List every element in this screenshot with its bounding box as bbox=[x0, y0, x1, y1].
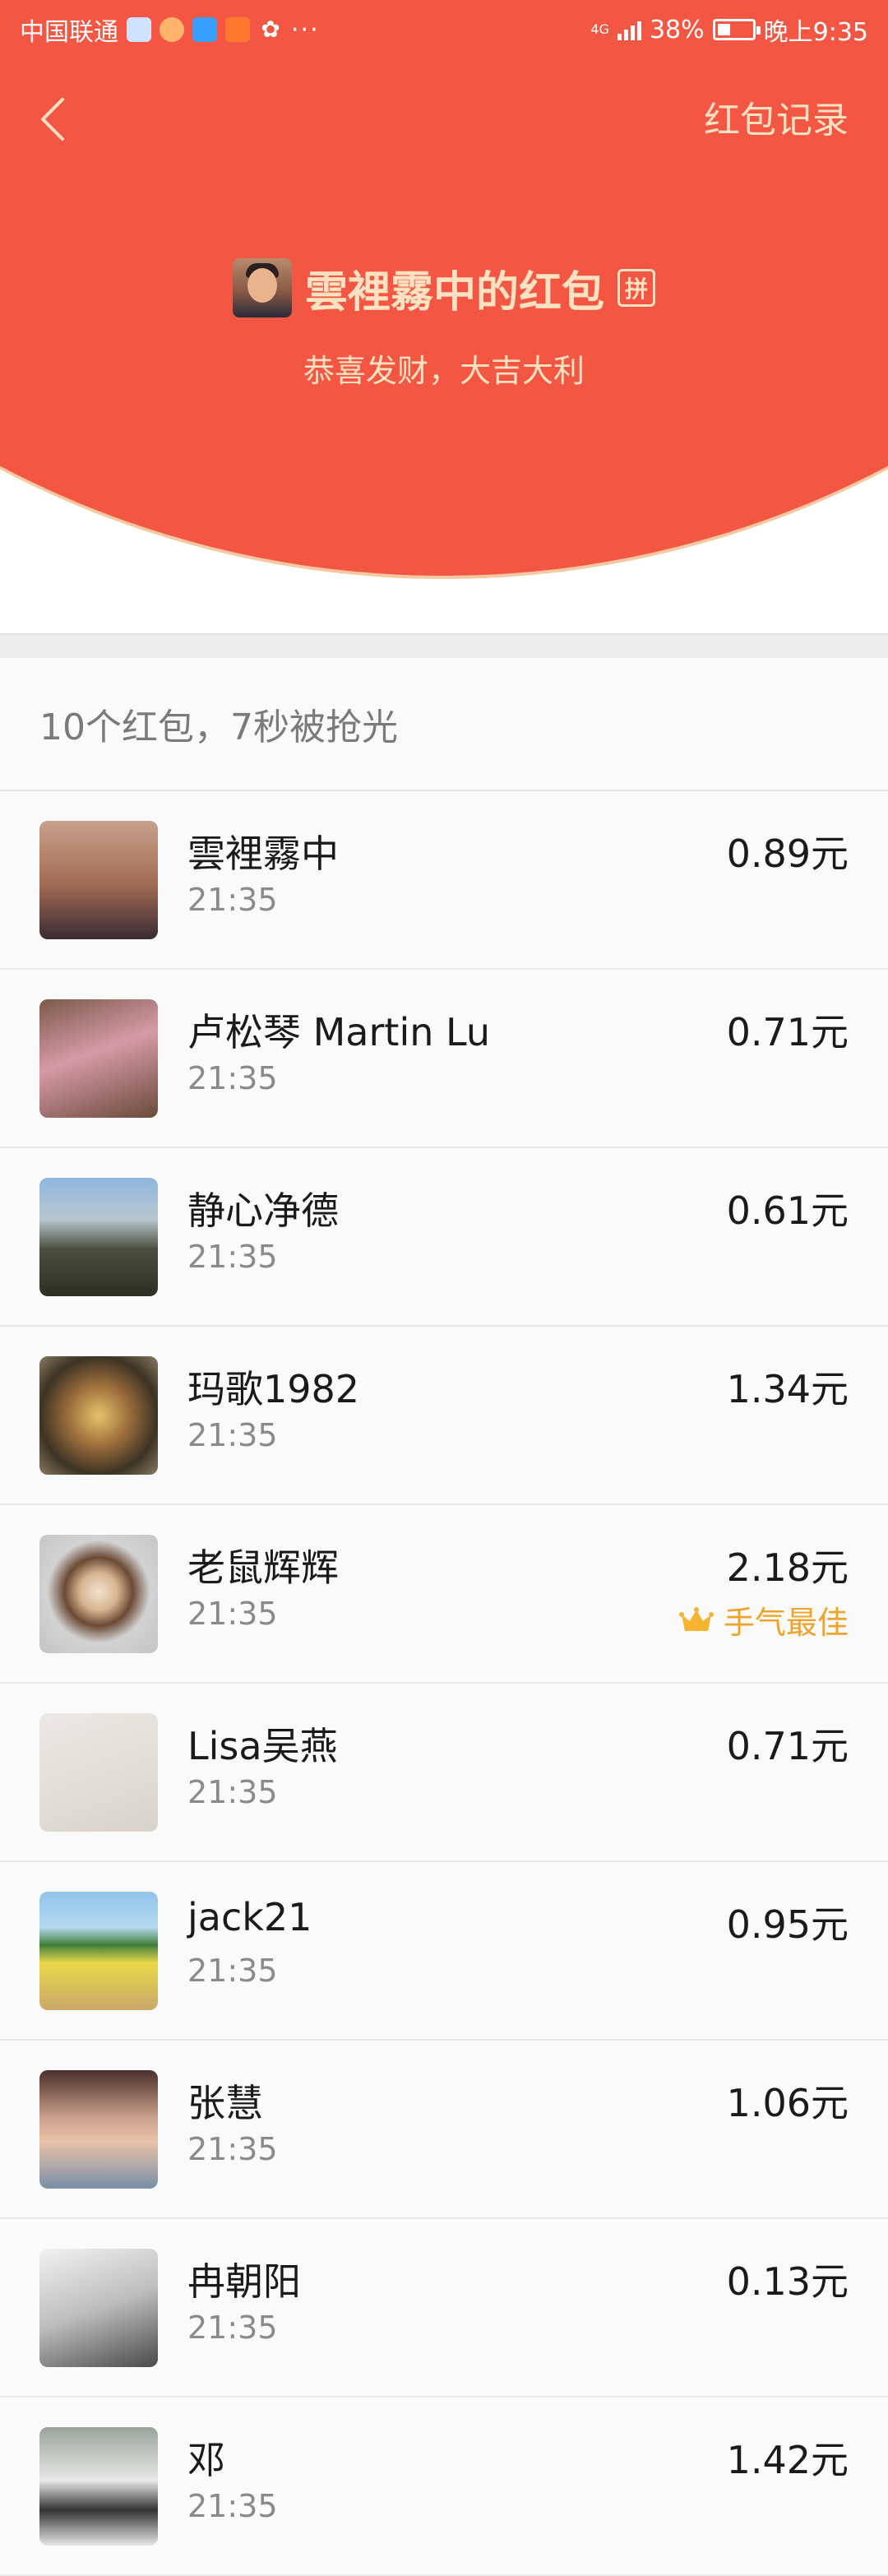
recipient-row[interactable]: 邓 21:35 1.42元 bbox=[0, 2398, 888, 2576]
recipient-row[interactable]: jack21 21:35 0.95元 bbox=[0, 1862, 888, 2041]
received-amount: 1.34元 bbox=[726, 1367, 849, 1411]
sender-info: 雲裡霧中的红包 拼 bbox=[0, 255, 888, 321]
recipient-row[interactable]: 卢松琴 Martin Lu 21:35 0.71元 bbox=[0, 970, 888, 1148]
back-button[interactable] bbox=[31, 90, 72, 148]
received-amount: 0.95元 bbox=[726, 1902, 849, 1947]
blessing-message: 恭喜发财，大吉大利 bbox=[303, 353, 585, 389]
recipient-row[interactable]: 冉朝阳 21:35 0.13元 bbox=[0, 2219, 888, 2398]
recipient-row[interactable]: 玛歌1982 21:35 1.34元 bbox=[0, 1327, 888, 1505]
more-notifications-icon: ··· bbox=[291, 15, 320, 44]
recipient-avatar[interactable] bbox=[39, 2427, 158, 2546]
red-packet-records-link[interactable]: 红包记录 bbox=[704, 92, 849, 150]
recipient-avatar[interactable] bbox=[39, 999, 158, 1118]
received-amount: 0.89元 bbox=[726, 832, 849, 876]
recipient-list: 雲裡霧中 21:35 0.89元 卢松琴 Martin Lu 21:35 0.71元 静心净… bbox=[0, 791, 888, 2576]
received-time: 21:35 bbox=[187, 2488, 278, 2524]
recipient-name: 卢松琴 Martin Lu bbox=[187, 1010, 490, 1054]
recipient-name: jack21 bbox=[187, 1895, 312, 1939]
clock: 晚上9:35 bbox=[763, 18, 868, 47]
recipient-avatar[interactable] bbox=[39, 2249, 158, 2367]
received-amount: 1.42元 bbox=[726, 2438, 849, 2482]
recipient-avatar[interactable] bbox=[39, 1178, 158, 1296]
recipient-name: Lisa吴燕 bbox=[187, 1724, 338, 1768]
recipient-row[interactable]: 雲裡霧中 21:35 0.89元 bbox=[0, 791, 888, 970]
status-bar: 中国联通 ✿ ··· 4G 38% 晚上9:35 bbox=[0, 0, 888, 59]
received-amount: 0.71元 bbox=[726, 1724, 849, 1768]
pin-badge: 拼 bbox=[617, 269, 655, 307]
recipient-avatar[interactable] bbox=[39, 1892, 158, 2010]
recipient-name: 雲裡霧中 bbox=[187, 832, 339, 876]
recipient-row[interactable]: 老鼠辉辉 21:35 2.18元手气最佳 bbox=[0, 1505, 888, 1684]
recipient-name: 静心净德 bbox=[187, 1188, 339, 1233]
received-time: 21:35 bbox=[187, 1596, 278, 1632]
notification-app-icon bbox=[127, 17, 151, 42]
recipient-avatar[interactable] bbox=[39, 1713, 158, 1832]
sender-avatar[interactable] bbox=[232, 258, 292, 317]
recipient-name: 冉朝阳 bbox=[187, 2259, 301, 2304]
received-time: 21:35 bbox=[187, 2310, 278, 2346]
best-luck-label: 手气最佳 bbox=[723, 1605, 849, 1641]
recipient-avatar[interactable] bbox=[39, 1356, 158, 1475]
received-time: 21:35 bbox=[187, 1953, 278, 1989]
recipient-row[interactable]: 张慧 21:35 1.06元 bbox=[0, 2041, 888, 2219]
notification-app-icon bbox=[160, 17, 184, 42]
received-amount: 0.71元 bbox=[726, 1010, 849, 1054]
battery-percent: 38% bbox=[649, 15, 705, 44]
recipient-avatar[interactable] bbox=[39, 2070, 158, 2189]
received-time: 21:35 bbox=[187, 1239, 278, 1275]
received-time: 21:35 bbox=[187, 1774, 278, 1810]
carrier-label: 中国联通 bbox=[20, 18, 118, 47]
recipient-name: 老鼠辉辉 bbox=[187, 1545, 339, 1590]
received-time: 21:35 bbox=[187, 1060, 278, 1096]
recipient-row[interactable]: Lisa吴燕 21:35 0.71元 bbox=[0, 1684, 888, 1862]
recipient-section: 10个红包，7秒被抢光 雲裡霧中 21:35 0.89元卢松琴 Martin Lu 2… bbox=[0, 658, 888, 2576]
header-banner: 中国联通 ✿ ··· 4G 38% 晚上9:35 红包记录 雲裡霧中的红包 拼 bbox=[0, 0, 888, 580]
received-amount: 0.61元 bbox=[726, 1188, 849, 1233]
notification-app-icon bbox=[192, 17, 217, 42]
notification-app-icon: ✿ bbox=[261, 16, 280, 43]
notification-app-icon bbox=[225, 17, 250, 42]
recipient-name: 邓 bbox=[187, 2438, 225, 2482]
network-type-label: 4G bbox=[590, 21, 609, 37]
signal-icon bbox=[617, 19, 641, 40]
received-time: 21:35 bbox=[187, 2131, 278, 2167]
received-amount: 0.13元 bbox=[726, 2259, 849, 2304]
battery-icon bbox=[712, 19, 761, 40]
recipient-avatar[interactable] bbox=[39, 821, 158, 939]
recipient-row[interactable]: 静心净德 21:35 0.61元 bbox=[0, 1148, 888, 1327]
recipient-name: 玛歌1982 bbox=[187, 1367, 360, 1411]
recipient-name: 张慧 bbox=[187, 2081, 263, 2125]
section-divider bbox=[0, 633, 888, 658]
recipient-avatar[interactable] bbox=[39, 1535, 158, 1653]
received-amount: 1.06元 bbox=[726, 2081, 849, 2125]
received-amount: 2.18元 bbox=[726, 1545, 849, 1590]
sender-packet-title: 雲裡霧中的红包 bbox=[304, 267, 604, 317]
packet-summary: 10个红包，7秒被抢光 bbox=[0, 658, 888, 791]
best-luck-badge: 手气最佳 bbox=[678, 1597, 849, 1642]
received-time: 21:35 bbox=[187, 1417, 278, 1453]
received-time: 21:35 bbox=[187, 882, 278, 918]
chevron-left-icon bbox=[41, 98, 64, 141]
crown-icon bbox=[678, 1606, 714, 1631]
